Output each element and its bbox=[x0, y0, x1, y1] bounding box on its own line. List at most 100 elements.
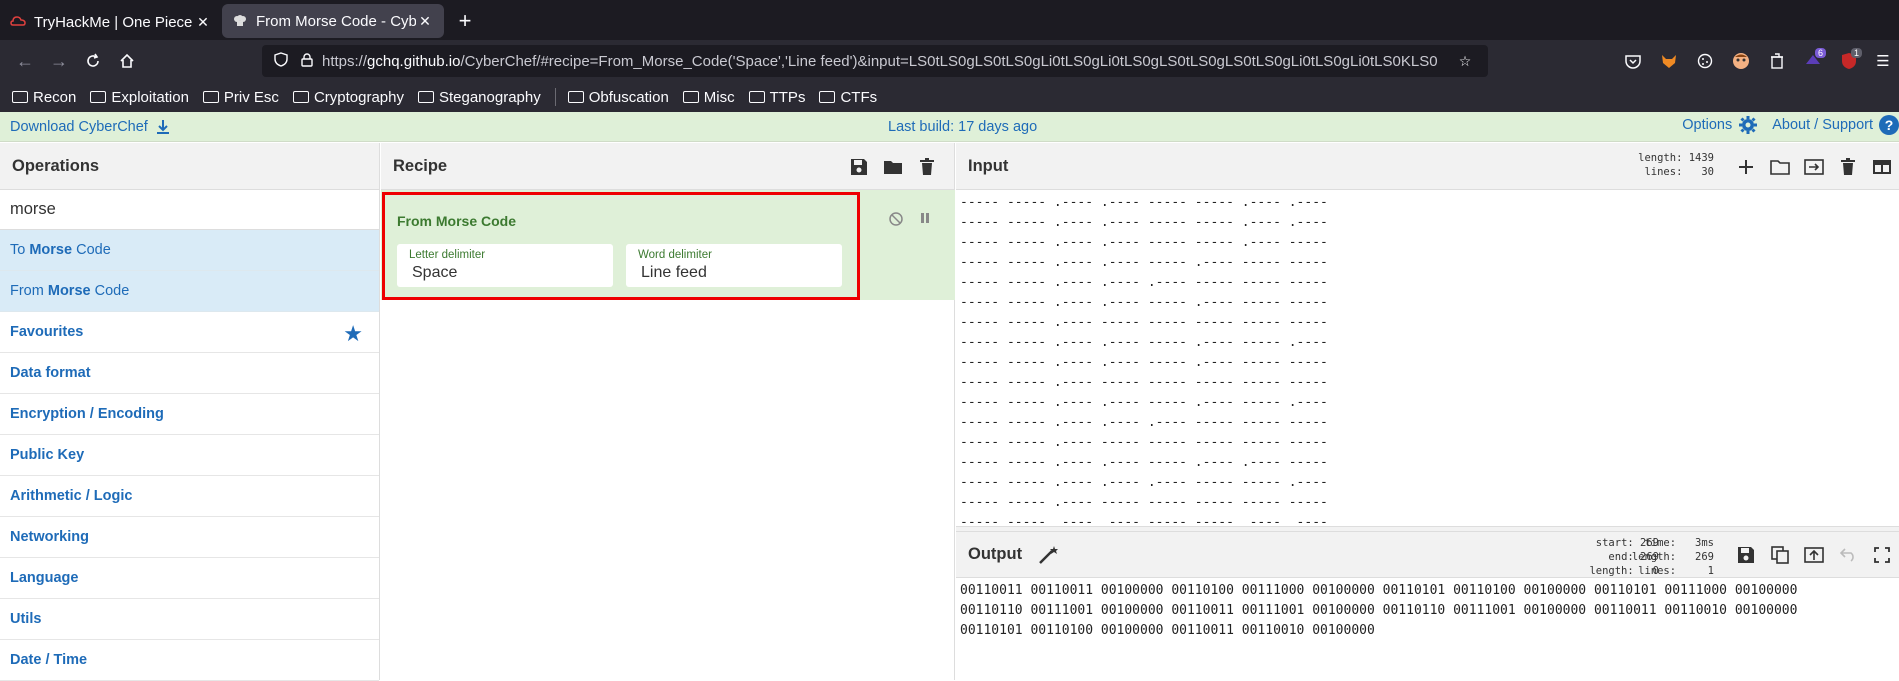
forward-arrow-icon[interactable]: → bbox=[44, 46, 74, 76]
add-input-icon[interactable] bbox=[1729, 155, 1763, 179]
op-from-morse-code[interactable]: From Morse Code bbox=[0, 271, 379, 312]
last-build-text: Last build: 17 days ago bbox=[888, 119, 1038, 135]
fox-extension-icon[interactable] bbox=[1656, 48, 1682, 74]
folder-icon bbox=[90, 91, 107, 103]
magic-wand-icon[interactable] bbox=[1038, 545, 1060, 565]
save-output-icon[interactable] bbox=[1729, 543, 1763, 567]
cookie-icon[interactable] bbox=[1692, 48, 1718, 74]
tab-cyberchef[interactable]: From Morse Code - CyberChef ✕ bbox=[222, 4, 444, 38]
op-to-morse-code[interactable]: To Morse Code bbox=[0, 230, 379, 271]
output-textarea[interactable]: 00110011 00110011 00100000 00110100 0011… bbox=[960, 581, 1895, 681]
category-encryption-encoding[interactable]: Encryption / Encoding bbox=[0, 394, 379, 435]
tab-title: TryHackMe | One Piece bbox=[34, 13, 193, 31]
undo-icon[interactable] bbox=[1831, 543, 1865, 567]
word-delimiter-label: Word delimiter bbox=[638, 249, 712, 261]
category-networking[interactable]: Networking bbox=[0, 517, 379, 558]
open-file-icon[interactable] bbox=[1797, 155, 1831, 179]
io-pane: Input length: 1439 lines: 30 ----- -----… bbox=[956, 143, 1899, 680]
category-utils[interactable]: Utils bbox=[0, 599, 379, 640]
url-bar[interactable]: https://gchq.github.io/CyberChef/#recipe… bbox=[262, 45, 1488, 77]
copy-icon[interactable] bbox=[1763, 543, 1797, 567]
bookmark-exploitation[interactable]: Exploitation bbox=[90, 89, 189, 106]
layout-icon[interactable] bbox=[1865, 155, 1899, 179]
trash-icon[interactable] bbox=[1831, 155, 1865, 179]
disable-icon[interactable] bbox=[888, 211, 904, 230]
bookmark-cryptography[interactable]: Cryptography bbox=[292, 89, 404, 106]
folder-icon bbox=[417, 91, 434, 103]
category-favourites[interactable]: Favourites ★ bbox=[0, 312, 379, 353]
bookmark-obfuscation[interactable]: Obfuscation bbox=[567, 89, 669, 106]
category-data-format[interactable]: Data format bbox=[0, 353, 379, 394]
category-arithmetic-logic[interactable]: Arithmetic / Logic bbox=[0, 476, 379, 517]
ublock-icon[interactable]: 1 bbox=[1836, 48, 1862, 74]
open-folder-icon[interactable] bbox=[1763, 155, 1797, 179]
pocket-icon[interactable] bbox=[1620, 48, 1646, 74]
help-icon[interactable]: ? bbox=[1879, 115, 1899, 135]
lock-icon[interactable] bbox=[296, 52, 318, 70]
trash-icon[interactable] bbox=[910, 156, 944, 178]
extension-badge: 1 bbox=[1850, 48, 1862, 58]
chef-hat-icon bbox=[232, 13, 248, 29]
bookmark-ctfs[interactable]: CTFs bbox=[819, 89, 877, 106]
pause-icon[interactable] bbox=[918, 211, 932, 228]
recipe-list: From Morse Code Letter delimiter Space W… bbox=[381, 190, 955, 300]
bookmark-priv-esc[interactable]: Priv Esc bbox=[202, 89, 279, 106]
reload-icon[interactable] bbox=[78, 46, 108, 76]
category-public-key[interactable]: Public Key bbox=[0, 435, 379, 476]
word-delimiter-value: Line feed bbox=[641, 264, 707, 281]
folder-icon bbox=[819, 91, 836, 103]
folder-icon[interactable] bbox=[876, 156, 910, 178]
bookmark-star-icon[interactable]: ☆ bbox=[1454, 53, 1476, 70]
input-textarea[interactable]: ----- ----- .---- .---- ----- ----- .---… bbox=[960, 193, 1895, 523]
about-support-link[interactable]: About / Support bbox=[1772, 117, 1873, 133]
shield-icon[interactable] bbox=[270, 52, 292, 70]
letter-delimiter-value: Space bbox=[412, 264, 458, 281]
browser-tab-bar: TryHackMe | One Piece ✕ From Morse Code … bbox=[0, 0, 1899, 40]
tryhackme-icon bbox=[10, 14, 26, 30]
word-delimiter-field[interactable]: Word delimiter Line feed bbox=[626, 244, 842, 287]
bookmark-recon[interactable]: Recon bbox=[12, 89, 76, 106]
trash-extension-icon[interactable] bbox=[1764, 48, 1790, 74]
folder-icon bbox=[682, 91, 699, 103]
input-stats: length: 1439 lines: 30 bbox=[1638, 152, 1714, 178]
recipe-operation-from-morse[interactable]: From Morse Code Letter delimiter Space W… bbox=[382, 192, 860, 300]
back-arrow-icon[interactable]: ← bbox=[10, 46, 40, 76]
close-icon[interactable]: ✕ bbox=[416, 13, 434, 30]
letter-delimiter-label: Letter delimiter bbox=[409, 249, 486, 261]
category-date-time[interactable]: Date / Time bbox=[0, 640, 379, 681]
bookmark-ttps[interactable]: TTPs bbox=[748, 89, 805, 106]
bookmark-separator bbox=[554, 88, 556, 106]
bookmark-steganography[interactable]: Steganography bbox=[417, 89, 541, 106]
gear-icon[interactable] bbox=[1738, 115, 1758, 135]
close-icon[interactable]: ✕ bbox=[194, 14, 212, 31]
operations-title: Operations bbox=[0, 143, 379, 190]
category-language[interactable]: Language bbox=[0, 558, 379, 599]
letter-delimiter-field[interactable]: Letter delimiter Space bbox=[397, 244, 613, 287]
recipe-pane: Recipe From Morse Code Letter delimiter … bbox=[381, 143, 955, 680]
save-icon[interactable] bbox=[842, 156, 876, 178]
folder-icon bbox=[202, 91, 219, 103]
download-icon bbox=[156, 119, 169, 134]
bookmarks-bar: Recon Exploitation Priv Esc Cryptography… bbox=[0, 82, 1899, 112]
download-cyberchef-link[interactable]: Download CyberChef bbox=[10, 119, 170, 135]
star-icon: ★ bbox=[343, 321, 363, 346]
face-extension-icon[interactable] bbox=[1728, 48, 1754, 74]
bookmark-misc[interactable]: Misc bbox=[682, 89, 735, 106]
home-icon[interactable] bbox=[112, 46, 142, 76]
folder-icon bbox=[292, 91, 309, 103]
operations-pane: Operations morse To Morse Code From Mors… bbox=[0, 143, 380, 681]
recipe-title: Recipe bbox=[381, 143, 954, 190]
new-tab-icon[interactable]: + bbox=[450, 4, 480, 38]
folder-icon bbox=[567, 91, 584, 103]
cyberchef-main: Operations morse To Morse Code From Mors… bbox=[0, 143, 1899, 681]
url-text: https://gchq.github.io/CyberChef/#recipe… bbox=[322, 52, 1438, 70]
operations-search-input[interactable]: morse bbox=[0, 190, 379, 230]
maximise-icon[interactable] bbox=[1865, 543, 1899, 567]
hamburger-menu-icon[interactable]: ☰ bbox=[1870, 48, 1896, 74]
replace-input-icon[interactable] bbox=[1797, 543, 1831, 567]
hacker-extension-icon[interactable]: 6 bbox=[1800, 48, 1826, 74]
extension-badge: 6 bbox=[1814, 48, 1826, 58]
tab-tryhackme[interactable]: TryHackMe | One Piece ✕ bbox=[0, 4, 222, 40]
recipe-op-title: From Morse Code bbox=[397, 213, 517, 229]
options-link[interactable]: Options bbox=[1682, 117, 1732, 133]
